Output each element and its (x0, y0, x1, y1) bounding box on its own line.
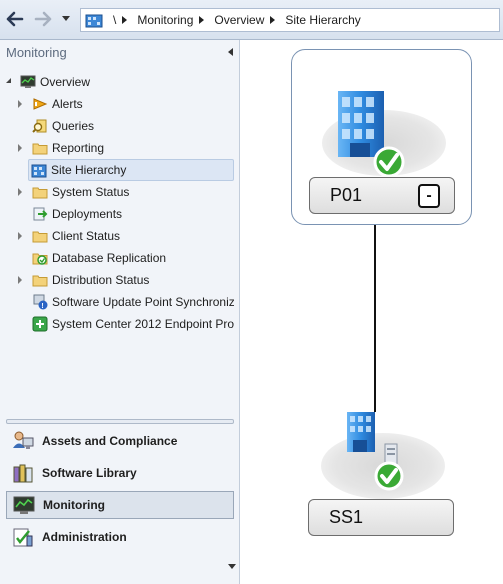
navigation-pane: Monitoring Overview Alerts Queries Repor… (0, 40, 240, 584)
tree-item-endpoint-protection-status[interactable]: System Center 2012 Endpoint Protection S… (18, 314, 234, 334)
breadcrumb-item-overview[interactable]: Overview (214, 13, 264, 27)
collapse-icon[interactable] (6, 78, 11, 83)
admin-icon (13, 528, 33, 547)
tree-item-label: Reporting (52, 141, 105, 155)
breadcrumb[interactable]: \ Monitoring Overview Site Hierarchy (80, 8, 500, 32)
tree-item-client-status[interactable]: Client Status (18, 226, 120, 246)
primary-site-name: P01 (330, 185, 363, 205)
workspace-label: Administration (42, 530, 127, 544)
svg-text:!: ! (41, 303, 43, 310)
monitor-icon (20, 75, 36, 88)
primary-site-group[interactable]: P01 - (291, 49, 472, 225)
history-dropdown[interactable] (60, 12, 72, 26)
expand-icon[interactable] (18, 144, 22, 152)
back-button[interactable] (4, 8, 26, 30)
workspace-label: Software Library (42, 466, 137, 480)
folder-icon (32, 231, 48, 243)
tree-item-label: System Status (52, 185, 130, 199)
alert-icon (33, 98, 48, 110)
arrow-left-icon (6, 11, 24, 27)
tree-item-site-hierarchy[interactable]: Site Hierarchy (28, 159, 234, 181)
collapse-button-label: - (426, 187, 432, 204)
chevron-down-icon (62, 16, 70, 21)
secondary-site-server-icon (347, 412, 404, 491)
tree-item-database-replication[interactable]: Database Replication (18, 248, 166, 268)
deployment-icon (33, 207, 48, 221)
tree-item-label: Queries (52, 119, 95, 133)
workspace-overflow-icon[interactable] (228, 564, 236, 569)
tree-item-overview[interactable]: Overview (6, 72, 90, 92)
hierarchy-icon (85, 14, 103, 28)
tree-item-label: Alerts (52, 97, 83, 111)
expand-icon[interactable] (18, 100, 22, 108)
tree-item-label: Database Replication (52, 251, 167, 265)
folder-icon (32, 187, 48, 199)
tree-item-label: Client Status (52, 229, 121, 243)
pane-title: Monitoring (6, 44, 67, 60)
workspace-assets-and-compliance[interactable]: Assets and Compliance (6, 427, 234, 455)
site-hierarchy-diagram: P01 - SS1 (241, 40, 503, 584)
tree-item-label: Deployments (52, 207, 123, 221)
secondary-site-label-box[interactable]: SS1 (308, 499, 454, 536)
folder-icon (32, 143, 48, 155)
arrow-right-icon (34, 11, 52, 27)
breadcrumb-item-monitoring[interactable]: Monitoring (137, 13, 193, 27)
workspace-label: Assets and Compliance (42, 434, 178, 448)
replication-icon (32, 253, 48, 265)
workspace-software-library[interactable]: Software Library (6, 459, 234, 487)
secondary-site-name: SS1 (329, 507, 364, 527)
tree-item-label: Software Update Point Synchronization St… (52, 295, 234, 309)
pane-header: Monitoring (0, 40, 239, 64)
expand-icon[interactable] (18, 232, 22, 240)
sync-icon: ! (33, 294, 48, 310)
collapse-pane-icon[interactable] (228, 48, 233, 56)
library-icon (13, 464, 33, 483)
tree-item-reporting[interactable]: Reporting (18, 138, 104, 158)
hierarchy-connector-line (374, 216, 376, 412)
breadcrumb-item-site-hierarchy[interactable]: Site Hierarchy (285, 13, 360, 27)
workspace-administration[interactable]: Administration (6, 523, 234, 551)
tree-item-sup-sync-status[interactable]: ! Software Update Point Synchronization … (18, 292, 234, 312)
folder-icon (32, 275, 48, 287)
tree-item-label: System Center 2012 Endpoint Protection S… (52, 317, 234, 331)
tree-item-queries[interactable]: Queries (18, 116, 94, 136)
pane-splitter[interactable] (6, 419, 234, 424)
query-icon (32, 119, 47, 133)
tree-item-label: Distribution Status (52, 273, 150, 287)
expand-icon[interactable] (18, 188, 22, 196)
tree-item-alerts[interactable]: Alerts (18, 94, 83, 114)
endpoint-icon (32, 316, 48, 332)
workspace-monitoring[interactable]: Monitoring (6, 491, 234, 519)
tree-item-deployments[interactable]: Deployments (18, 204, 122, 224)
monitoring-icon (13, 496, 35, 514)
assets-icon (13, 431, 34, 449)
tree-item-distribution-status[interactable]: Distribution Status (18, 270, 149, 290)
tree-item-label: Site Hierarchy (51, 163, 127, 177)
hierarchy-icon (31, 164, 47, 178)
forward-button[interactable] (32, 8, 54, 30)
breadcrumb-arrow[interactable] (122, 16, 128, 24)
tree-item-label: Overview (40, 75, 91, 89)
workspace-label: Monitoring (43, 498, 105, 512)
breadcrumb-arrow[interactable] (199, 16, 205, 24)
breadcrumb-arrow[interactable] (270, 16, 276, 24)
primary-site-server-icon (338, 91, 405, 178)
navigation-toolbar: \ Monitoring Overview Site Hierarchy (0, 0, 503, 40)
expand-icon[interactable] (18, 276, 22, 284)
primary-site-label-box[interactable]: P01 - (309, 177, 455, 214)
breadcrumb-root-separator: \ (113, 13, 117, 27)
collapse-button[interactable]: - (418, 184, 440, 208)
tree-item-system-status[interactable]: System Status (18, 182, 129, 202)
